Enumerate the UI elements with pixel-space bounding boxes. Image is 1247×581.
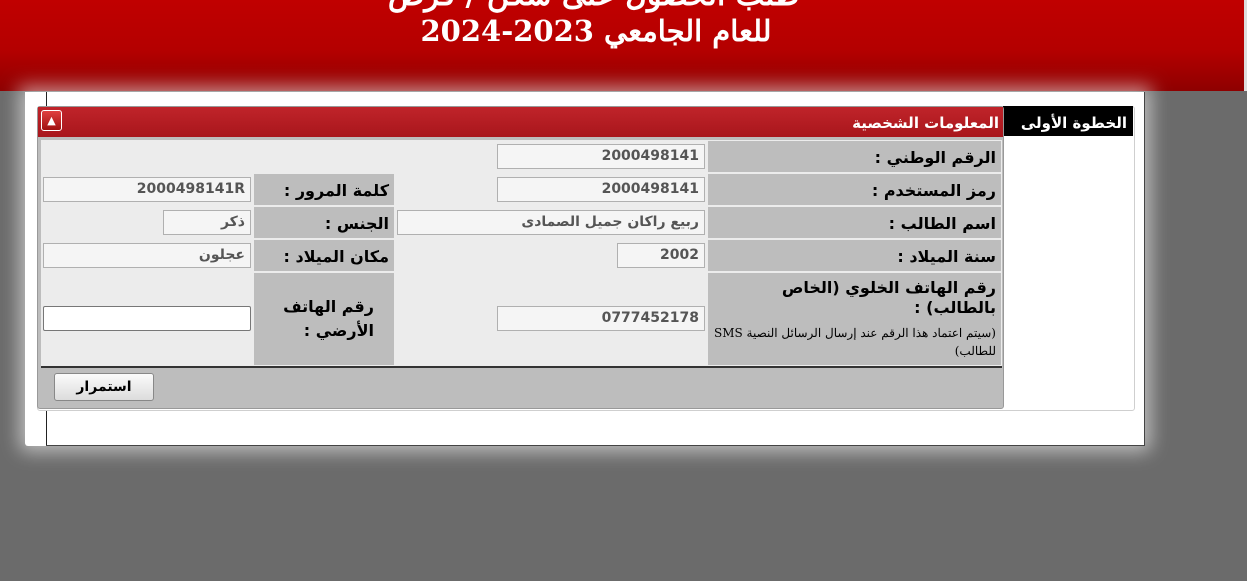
birth-place-label: مكان الميلاد : [254, 240, 394, 271]
username-field[interactable]: 2000498141 [497, 177, 705, 202]
top-banner: طلب الحصول على سكن / قرض للعام الجامعي 2… [0, 0, 1247, 91]
continue-button[interactable]: استمرار [54, 373, 154, 401]
section-header: المعلومات الشخصية ▲ [38, 107, 1003, 137]
landline-label: رقم الهاتف الأرضي : [254, 273, 394, 365]
collapse-button[interactable]: ▲ [41, 110, 62, 131]
frame-border-right [1144, 92, 1145, 446]
landline-input[interactable] [43, 306, 251, 331]
banner-academic-year: للعام الجامعي 2023-2024 [420, 14, 772, 48]
password-label: كلمة المرور : [254, 174, 394, 205]
gender-field[interactable]: ذكر [163, 210, 251, 235]
banner-title: طلب الحصول على سكن / قرض [0, 0, 1187, 13]
gender-label: الجنس : [254, 207, 394, 238]
mobile-label: رقم الهاتف الخلوي (الخاص بالطالب) : [781, 278, 996, 317]
section-title: المعلومات الشخصية [852, 114, 999, 132]
birth-place-field[interactable]: عجلون [43, 243, 251, 268]
frame-border-bottom [46, 445, 1145, 446]
birth-year-field[interactable]: 2002 [617, 243, 705, 268]
student-name-field[interactable]: ربيع راكان جميل الصمادى [397, 210, 705, 235]
password-field[interactable]: 2000498141R [43, 177, 251, 202]
username-label: رمز المستخدم : [708, 174, 1001, 205]
triangle-up-icon: ▲ [47, 114, 56, 127]
personal-info-form: الرقم الوطني : 2000498141 رمز المستخدم :… [41, 140, 1002, 366]
step-one-tab[interactable]: الخطوة الأولى [1003, 106, 1133, 136]
student-name-label: اسم الطالب : [708, 207, 1001, 238]
mobile-field[interactable]: 0777452178 [497, 306, 705, 331]
national-id-field[interactable]: 2000498141 [497, 144, 705, 169]
mobile-sms-note: (سيتم اعتماد هذا الرقم عند إرسال الرسائل… [713, 326, 996, 358]
birth-year-label: سنة الميلاد : [708, 240, 1001, 271]
form-divider [41, 366, 1002, 368]
national-id-label: الرقم الوطني : [708, 141, 1001, 172]
mobile-label-cell: رقم الهاتف الخلوي (الخاص بالطالب) : (سيت… [708, 273, 1001, 365]
personal-info-panel: المعلومات الشخصية ▲ الرقم الوطني : 20004… [37, 106, 1004, 409]
